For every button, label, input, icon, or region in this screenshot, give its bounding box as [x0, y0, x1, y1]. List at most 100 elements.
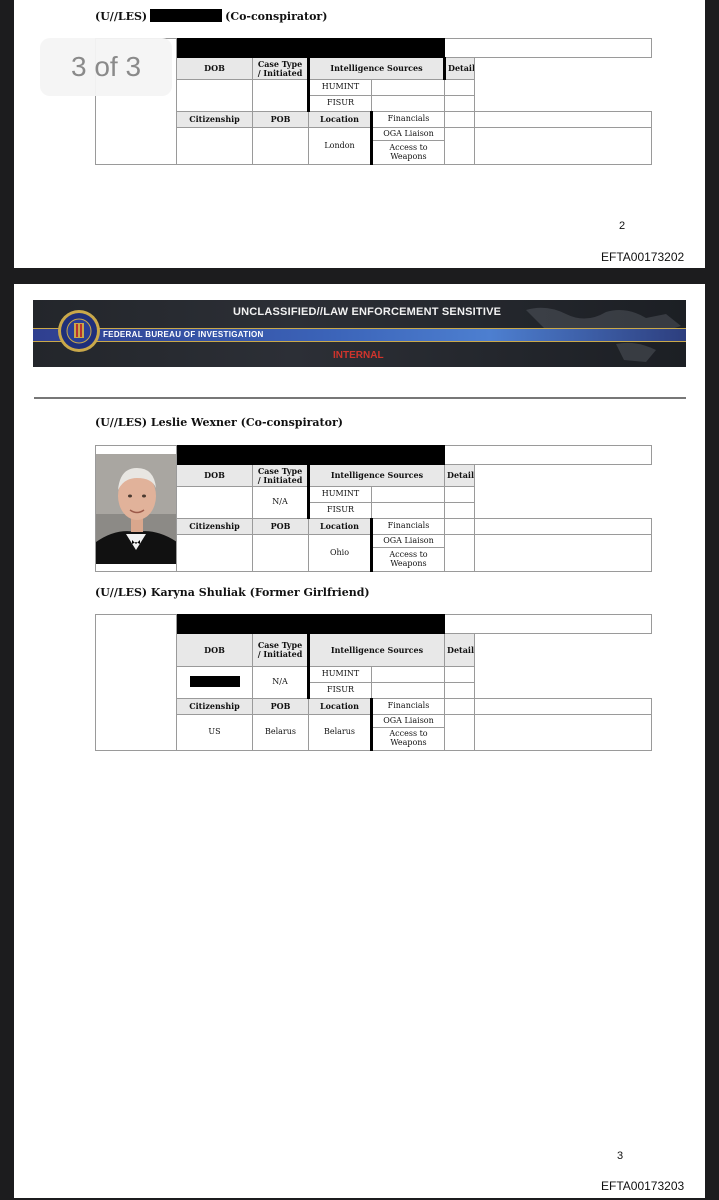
redacted-name-bar — [176, 614, 445, 634]
source-humint: HUMINT — [307, 79, 372, 96]
source-oga-liaison: OGA Liaison — [374, 716, 444, 728]
pob-value: Belarus — [252, 714, 309, 751]
source-humint-check — [371, 486, 445, 503]
source-check — [444, 127, 475, 165]
section-heading: (U//LES) (Co-conspirator) — [95, 9, 327, 23]
internal-marking: INTERNAL — [333, 350, 384, 361]
dob-redaction — [189, 675, 240, 687]
source-check — [444, 714, 475, 751]
intel-sources-header: Intelligence Sources — [307, 57, 446, 80]
source-humint-check — [371, 79, 445, 96]
dob-value — [176, 79, 253, 112]
blank-cell — [444, 38, 652, 58]
location-header: Location — [308, 698, 372, 715]
case-type-value: N/A — [252, 666, 309, 699]
subject-photo — [95, 445, 177, 572]
citizenship-value — [176, 534, 253, 572]
redacted-name-bar — [176, 445, 445, 465]
source-financials-check — [444, 698, 475, 715]
citizenship-header: Citizenship — [176, 111, 253, 128]
pob-header: POB — [252, 518, 309, 535]
case-type-value: N/A — [252, 486, 309, 519]
source-fisur: FISUR — [307, 682, 372, 699]
photo-cell — [95, 614, 177, 751]
document-page-3: UNCLASSIFIED//LAW ENFORCEMENT SENSITIVE … — [14, 284, 705, 1198]
source-humint: HUMINT — [307, 666, 372, 683]
details-header: Details — [444, 57, 475, 80]
source-oga-liaison: OGA Liaison — [374, 129, 444, 141]
page-number: 2 — [619, 220, 626, 232]
source-stack: OGA Liaison Access to Weapons — [370, 534, 445, 572]
document-id: EFTA00173203 — [601, 1179, 685, 1193]
dob-value — [176, 486, 253, 519]
dob-value — [176, 666, 253, 699]
details-value — [444, 79, 475, 96]
source-fisur-check — [371, 682, 445, 699]
heading-prefix: (U//LES) — [95, 10, 148, 23]
details-value — [474, 698, 652, 715]
page-number: 3 — [617, 1150, 624, 1162]
source-humint-check — [371, 666, 445, 683]
header-divider — [34, 397, 686, 399]
location-value: London — [308, 127, 372, 165]
details-value — [444, 95, 475, 112]
details-value — [474, 111, 652, 128]
redacted-name-bar — [176, 38, 445, 58]
page-counter-badge: 3 of 3 — [40, 38, 172, 96]
pob-value — [252, 534, 309, 572]
source-stack: OGA Liaison Access to Weapons — [370, 714, 445, 751]
source-fisur: FISUR — [307, 95, 372, 112]
details-value — [474, 518, 652, 535]
classification-title: UNCLASSIFIED//LAW ENFORCEMENT SENSITIVE — [233, 306, 502, 318]
source-access-weapons: Access to Weapons — [389, 142, 428, 161]
location-value: Belarus — [308, 714, 372, 751]
case-type-header: Case Type / Initiated — [252, 57, 309, 80]
source-access-weapons: Access to Weapons — [389, 549, 428, 568]
location-value: Ohio — [308, 534, 372, 572]
citizenship-header: Citizenship — [176, 698, 253, 715]
source-humint: HUMINT — [307, 486, 372, 503]
source-financials: Financials — [370, 698, 445, 715]
subject-record-table: DOB Case Type / Initiated Intelligence S… — [95, 614, 652, 751]
details-value — [474, 127, 652, 165]
banner-stripe — [33, 341, 686, 342]
subject-record-table: DOB Case Type / Initiated Intelligence S… — [95, 38, 652, 165]
intel-sources-header: Intelligence Sources — [307, 464, 445, 487]
record-heading: (U//LES) Karyna Shuliak (Former Girlfrie… — [95, 586, 370, 599]
source-financials-check — [444, 111, 475, 128]
citizenship-header: Citizenship — [176, 518, 253, 535]
source-financials-check — [444, 518, 475, 535]
case-type-value — [252, 79, 309, 112]
source-access-weapons: Access to Weapons — [389, 729, 428, 747]
blank-cell — [444, 614, 652, 634]
source-financials: Financials — [370, 518, 445, 535]
source-stack: OGA Liaison Access to Weapons — [370, 127, 445, 165]
dob-header: DOB — [176, 633, 253, 667]
source-oga-liaison: OGA Liaison — [374, 536, 444, 548]
case-type-header: Case Type / Initiated — [252, 633, 309, 667]
fbi-banner: UNCLASSIFIED//LAW ENFORCEMENT SENSITIVE … — [33, 300, 686, 367]
case-type-header: Case Type / Initiated — [252, 464, 309, 487]
pob-header: POB — [252, 698, 309, 715]
pob-header: POB — [252, 111, 309, 128]
agency-name: FEDERAL BUREAU OF INVESTIGATION — [103, 330, 264, 339]
portrait-photo — [96, 453, 176, 564]
blank-cell — [444, 445, 652, 465]
heading-suffix: (Co-conspirator) — [225, 10, 328, 23]
pob-value — [252, 127, 309, 165]
record-heading: (U//LES) Leslie Wexner (Co-conspirator) — [95, 416, 343, 429]
details-header: Details — [444, 633, 475, 667]
dob-header: DOB — [176, 464, 253, 487]
details-value — [444, 666, 475, 683]
location-header: Location — [308, 111, 372, 128]
details-value — [444, 486, 475, 503]
citizenship-value — [176, 127, 253, 165]
intel-sources-header: Intelligence Sources — [307, 633, 445, 667]
dob-header: DOB — [176, 57, 253, 80]
details-header: Details — [444, 464, 475, 487]
fbi-seal-icon — [58, 310, 100, 352]
citizenship-value: US — [176, 714, 253, 751]
details-value — [474, 714, 652, 751]
document-id: EFTA00173202 — [601, 250, 685, 264]
source-fisur-check — [371, 502, 445, 519]
